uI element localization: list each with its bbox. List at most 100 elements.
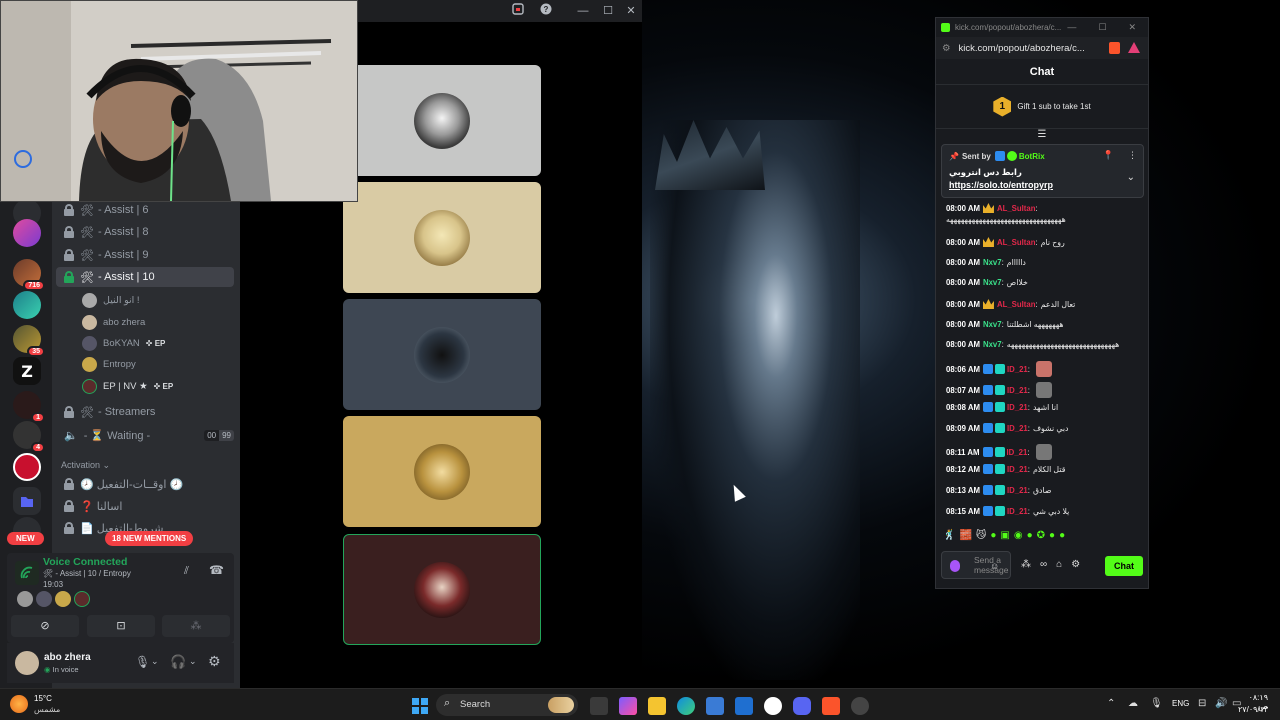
microphone-icon[interactable]: 🎙 <box>1150 698 1163 709</box>
server-icon[interactable]: 716 <box>13 259 45 291</box>
server-icon[interactable]: 4 <box>13 421 45 453</box>
brave-rewards-icon[interactable] <box>1128 42 1140 53</box>
microphone-icon[interactable]: 🎙 <box>135 655 150 669</box>
chat-username[interactable]: AL_Sultan <box>997 238 1036 247</box>
avatar[interactable] <box>55 591 71 607</box>
voice-member[interactable]: انو النيل ! <box>82 290 140 310</box>
new-mentions-pill[interactable]: 18 NEW MENTIONS <box>105 531 194 546</box>
chat-username[interactable]: ID_21 <box>1007 403 1028 412</box>
points-icon[interactable]: ⁂ <box>1021 559 1031 570</box>
chat-username[interactable]: Nxv7 <box>983 340 1002 349</box>
inbox-icon[interactable] <box>510 3 526 19</box>
weather-icon[interactable] <box>10 695 28 713</box>
chat-username[interactable]: AL_Sultan <box>997 300 1036 309</box>
new-pill[interactable]: NEW <box>7 532 44 545</box>
taskbar-search[interactable]: ⌕ Search <box>436 694 578 716</box>
store-icon[interactable] <box>706 697 724 715</box>
file-explorer-icon[interactable] <box>648 697 666 715</box>
copilot-icon[interactable] <box>619 697 637 715</box>
clock-date[interactable]: ٢٧/٠٩/١٣ <box>1238 705 1268 714</box>
chat-username[interactable]: AL_Sultan <box>997 204 1036 213</box>
avatar[interactable] <box>74 591 90 607</box>
participant-tile-speaking[interactable] <box>343 534 541 645</box>
server-icon[interactable]: Z <box>13 357 41 385</box>
server-icon[interactable] <box>13 453 41 481</box>
chat-username[interactable]: ID_21 <box>1007 448 1028 457</box>
chat-username[interactable]: Nxv7 <box>983 258 1002 267</box>
category-activation[interactable]: Activation ⌄ <box>61 460 110 471</box>
chat-username[interactable]: ID_21 <box>1007 465 1028 474</box>
app-icon[interactable] <box>851 697 869 715</box>
chat-username[interactable]: ID_21 <box>1007 365 1028 374</box>
voice-member[interactable]: EP | NV ★ ✜ EP <box>82 376 173 396</box>
server-icon[interactable]: 1 <box>13 391 45 423</box>
pinned-link[interactable]: https://solo.to/entropyrp <box>949 180 1053 190</box>
signal-icon[interactable] <box>15 561 39 585</box>
voice-channel-streamers[interactable]: 🛠 - Streamers <box>56 402 234 422</box>
network-icon[interactable]: ⊟ <box>1198 698 1206 709</box>
server-icon[interactable] <box>13 291 41 319</box>
minimize-icon[interactable]: — <box>1067 22 1076 33</box>
volume-icon[interactable]: 🔊 <box>1215 698 1227 709</box>
activities-button[interactable]: ⁂ <box>162 615 230 637</box>
chat-username[interactable]: Nxv7 <box>983 320 1002 329</box>
mail-icon[interactable] <box>735 697 753 715</box>
unpin-icon[interactable]: 📍 <box>1103 150 1114 161</box>
cloud-icon[interactable]: ☁ <box>1128 698 1138 709</box>
task-view-icon[interactable] <box>590 697 608 715</box>
minimize-icon[interactable]: — <box>575 3 591 19</box>
gear-icon[interactable]: ⚙ <box>1071 559 1080 570</box>
chevron-down-icon[interactable]: ⌄ <box>189 656 197 667</box>
maximize-icon[interactable]: ☐ <box>1098 22 1106 33</box>
voice-channel-assist-9[interactable]: 🛠 - Assist | 9 <box>56 245 234 265</box>
edge-icon[interactable] <box>677 697 695 715</box>
emote[interactable]: ◉ <box>1014 530 1023 546</box>
discord-icon[interactable] <box>793 697 811 715</box>
store-icon[interactable]: ⌂ <box>1056 559 1062 570</box>
voice-member[interactable]: abo zhera <box>82 312 145 332</box>
text-channel-ask[interactable]: ❓ اسالنا <box>56 496 234 516</box>
emote[interactable]: ▣ <box>1000 530 1009 546</box>
emote[interactable]: ● <box>1027 530 1033 546</box>
emote[interactable]: ● <box>1059 530 1065 546</box>
chat-input[interactable]: Send a message ☺ <box>941 551 1011 579</box>
more-options-icon[interactable]: ⋮ <box>1128 150 1137 161</box>
text-channel-times[interactable]: 🕗 اوقــات-التفعيل 🕗 <box>56 474 234 494</box>
help-icon[interactable]: ? <box>538 3 554 19</box>
headphones-icon[interactable]: 🎧 <box>170 654 186 670</box>
voice-channel-assist-10[interactable]: 🛠 - Assist | 10 <box>56 267 234 287</box>
chat-username[interactable]: ID_21 <box>1007 424 1028 433</box>
video-off-button[interactable]: ⊘ <box>11 615 79 637</box>
participant-tile[interactable] <box>343 299 541 410</box>
filter-icon[interactable]: ☰ <box>936 129 1148 141</box>
voice-channel-assist-6[interactable]: 🛠 - Assist | 6 <box>56 200 234 220</box>
emote[interactable]: ● <box>990 530 996 546</box>
noise-suppression-icon[interactable]: ⫽ <box>184 565 189 578</box>
chevron-down-icon[interactable]: ⌄ <box>151 656 159 667</box>
site-info-icon[interactable]: ⚙ <box>942 43 951 54</box>
disconnect-icon[interactable]: ☎ <box>209 563 224 577</box>
server-icon[interactable] <box>13 219 41 247</box>
participant-tile[interactable] <box>343 182 541 293</box>
emoji-icon[interactable]: ☺ <box>990 561 999 571</box>
brave-icon[interactable] <box>822 697 840 715</box>
avatar[interactable] <box>17 591 33 607</box>
emote[interactable]: 🧱 <box>959 530 971 546</box>
windows-start-icon[interactable] <box>411 697 429 715</box>
chat-username[interactable]: ID_21 <box>1007 507 1028 516</box>
chevron-up-icon[interactable]: ⌃ <box>1107 698 1115 709</box>
brave-shield-icon[interactable] <box>1109 42 1120 54</box>
voice-channel-assist-8[interactable]: 🛠 - Assist | 8 <box>56 222 234 242</box>
participant-tile[interactable] <box>343 416 541 527</box>
maximize-icon[interactable]: ☐ <box>600 3 616 19</box>
avatar[interactable] <box>36 591 52 607</box>
close-icon[interactable]: ✕ <box>623 3 639 19</box>
send-chat-button[interactable]: Chat <box>1105 556 1143 576</box>
participant-tile[interactable] <box>343 65 541 176</box>
emote[interactable]: 🕺 <box>943 530 955 546</box>
chat-username[interactable]: ID_21 <box>1007 486 1028 495</box>
language-indicator[interactable]: ENG <box>1172 699 1189 708</box>
voice-channel-waiting[interactable]: 🔈 - ⏳ Waiting - 00 99 <box>56 425 234 445</box>
voice-member[interactable]: Entropy <box>82 354 136 374</box>
emote[interactable]: ✪ <box>1037 530 1045 546</box>
